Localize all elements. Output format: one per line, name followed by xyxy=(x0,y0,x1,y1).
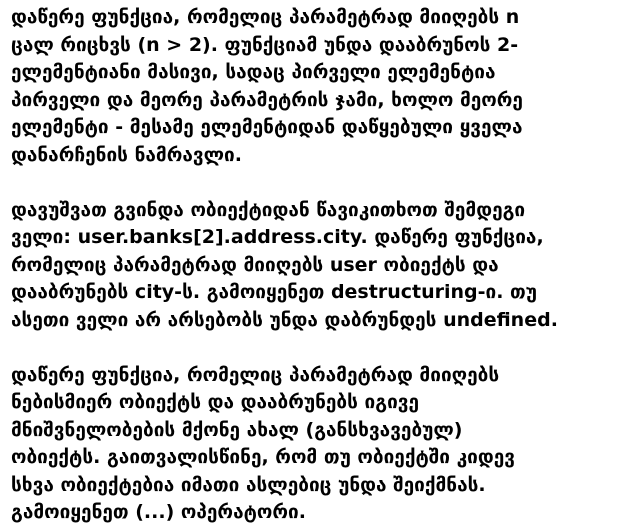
paragraph-line: ცალ რიცხვს (n > 2). ფუნქციამ უნდა დააბრუ… xyxy=(11,33,519,56)
paragraph-2: დავუშვათ გვინდა ობიექტიდან წავიკითხოთ შე… xyxy=(11,197,636,335)
paragraph-line: დავუშვათ გვინდა ობიექტიდან წავიკითხოთ შე… xyxy=(11,198,526,221)
paragraph-line: დააბრუნებს city-ს. გამოიყენეთ destructur… xyxy=(11,281,537,303)
paragraph-line: ნებისმიერ ობიექტს და დააბრუნებს იგივე xyxy=(11,391,420,413)
paragraph-line: პირველი და მეორე პარამეტრის ჯამი, ხოლო მ… xyxy=(11,88,523,111)
document-body: დაწერე ფუნქცია, რომელიც პარამეტრად მიიღე… xyxy=(11,4,636,527)
paragraph-line: რომელიც პარამეტრად მიიღებს user ობიექტს … xyxy=(11,253,499,276)
paragraph-line: ასეთი ველი არ არსებობს უნდა დაბრუნდეს un… xyxy=(11,308,558,331)
paragraph-line: ელემენტიანი მასივი, სადაც პირველი ელემენ… xyxy=(11,61,496,83)
paragraph-line: დანარჩენის ნამრავლი. xyxy=(11,143,242,166)
paragraph-line: მნიშვნელობების მქონე ახალ (განსხვავებულ) xyxy=(11,418,463,441)
paragraph-line: ობიექტს. გაითვალისწინე, რომ თუ ობიექტში … xyxy=(11,446,515,468)
paragraph-3: დაწერე ფუნქცია, რომელიც პარამეტრად მიიღე… xyxy=(11,362,636,527)
paragraph-line: ველი: user.banks[2].address.city. დაწერე… xyxy=(11,226,544,248)
paragraph-line: სხვა ობიექტებია იმათი ასლებიც უნდა შეიქმ… xyxy=(11,473,486,496)
paragraph-line: დაწერე ფუნქცია, რომელიც პარამეტრად მიიღე… xyxy=(11,6,520,28)
paragraph-line: გამოიყენეთ (...) ოპერატორი. xyxy=(11,501,306,523)
paragraph-1: დაწერე ფუნქცია, რომელიც პარამეტრად მიიღე… xyxy=(11,4,636,169)
paragraph-line: დაწერე ფუნქცია, რომელიც პარამეტრად მიიღე… xyxy=(11,363,500,386)
paragraph-line: ელემენტი - მესამე ელემენტიდან დაწყებული … xyxy=(11,116,523,138)
